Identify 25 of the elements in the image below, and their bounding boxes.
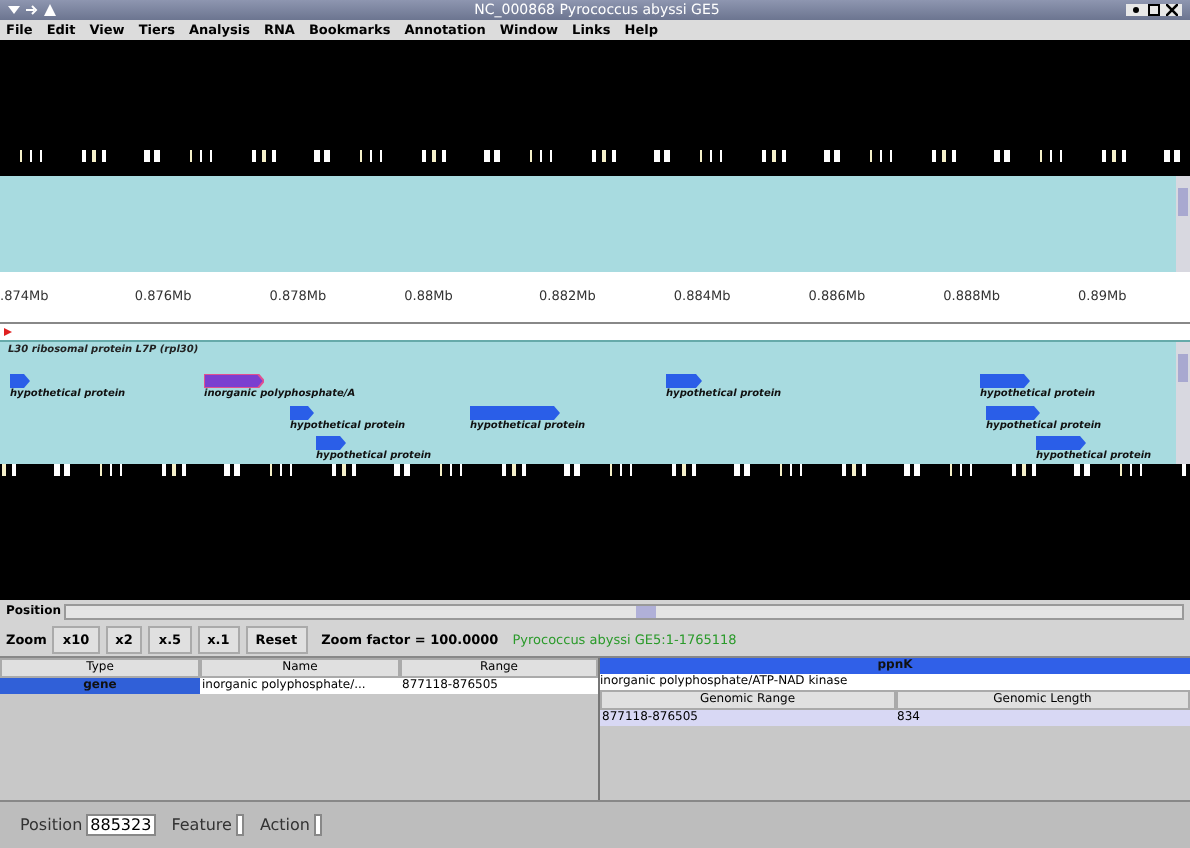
status-field: 885323 <box>86 814 156 836</box>
gene-arrow[interactable] <box>666 374 702 388</box>
status-label: Position <box>20 817 83 833</box>
arrow-icon[interactable] <box>26 4 38 16</box>
scrollbar[interactable] <box>1176 176 1190 272</box>
gene-arrow[interactable] <box>980 374 1030 388</box>
menu-icon[interactable] <box>8 4 20 16</box>
dot-icon[interactable] <box>1130 4 1142 16</box>
status-label: Action <box>259 817 310 833</box>
gene-arrow[interactable] <box>204 374 264 388</box>
close-icon[interactable] <box>1166 4 1178 16</box>
maximize-icon[interactable] <box>1148 4 1160 16</box>
position-marker-icon <box>4 328 12 336</box>
gene-arrow[interactable] <box>10 374 30 388</box>
gene-arrow[interactable] <box>290 406 314 420</box>
triangle-icon[interactable] <box>44 4 56 16</box>
gene-arrow[interactable] <box>1036 436 1086 450</box>
gene-arrow[interactable] <box>986 406 1040 420</box>
scrollbar[interactable] <box>1176 342 1190 464</box>
status-field <box>314 814 322 836</box>
status-label: Feature <box>171 817 232 833</box>
position-scrollbar[interactable] <box>64 604 1184 620</box>
gene-arrow[interactable] <box>316 436 346 450</box>
gene-arrow[interactable] <box>470 406 560 420</box>
status-field <box>235 814 244 836</box>
